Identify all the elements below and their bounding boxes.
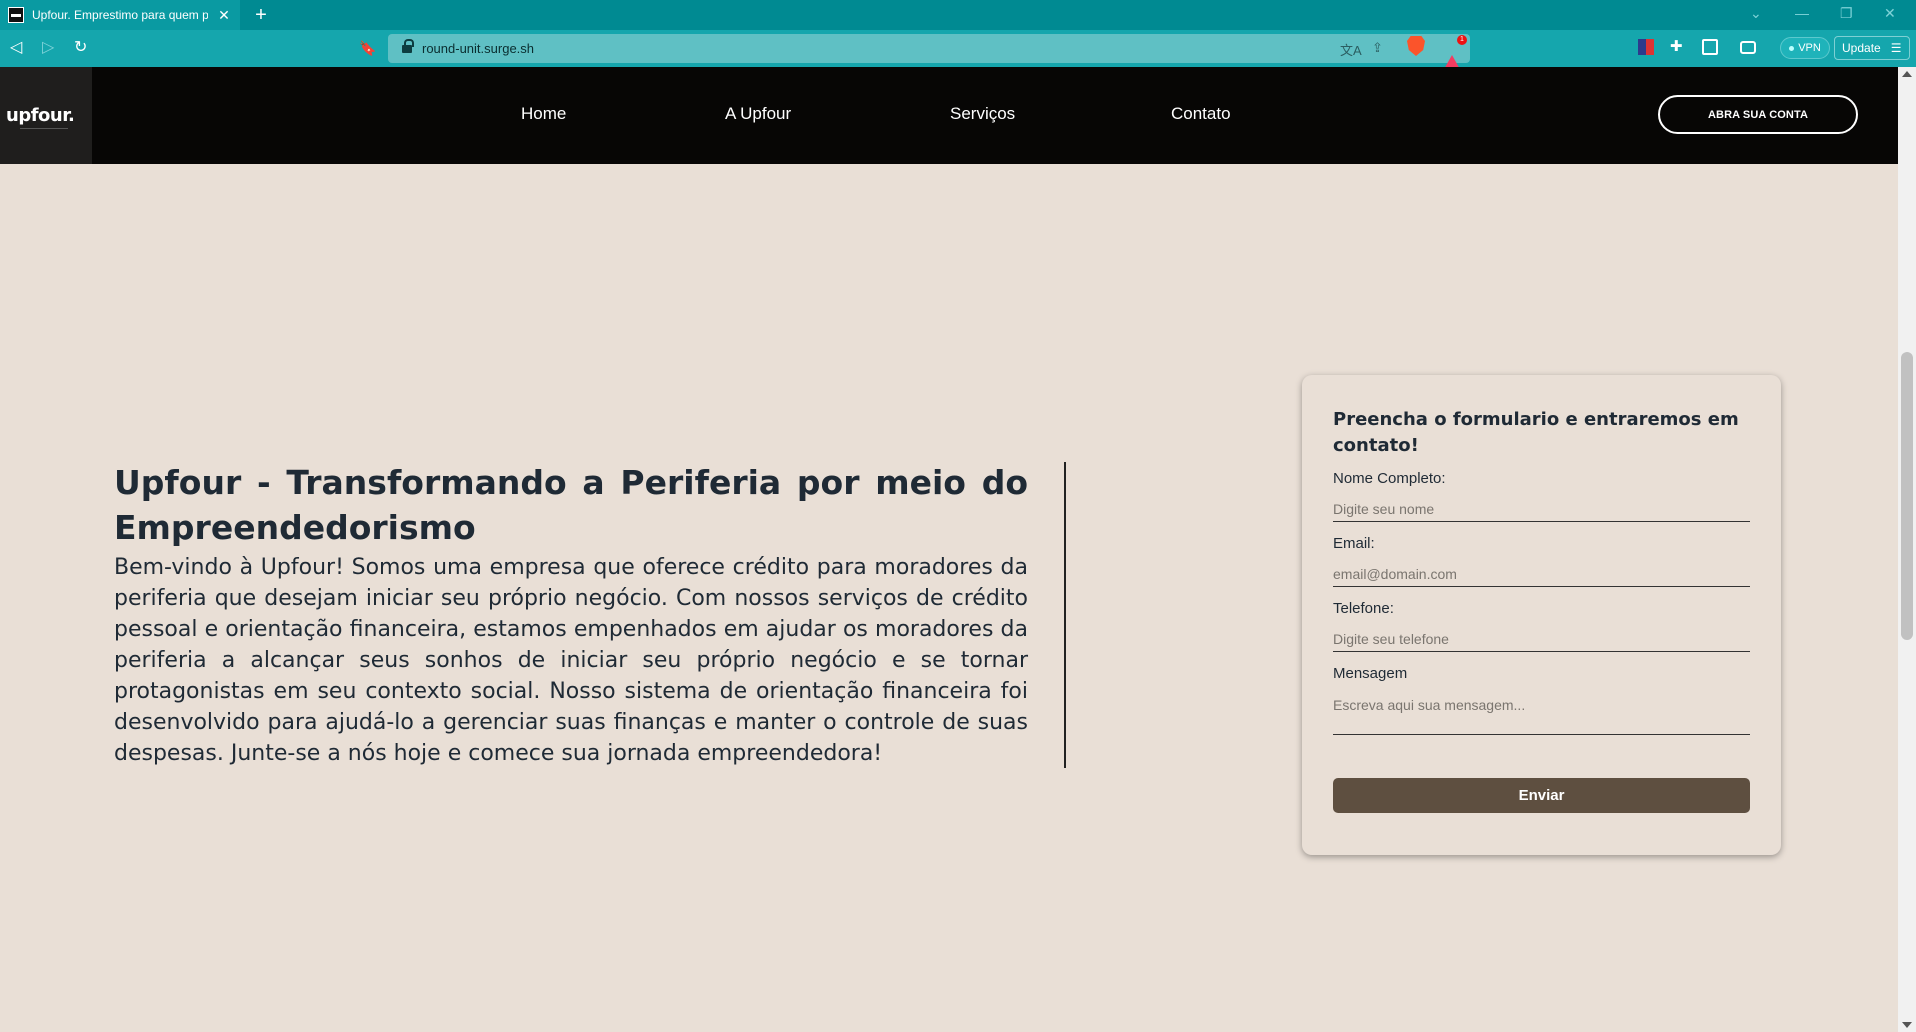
logo-text: upfour.: [3, 105, 75, 126]
nav-home[interactable]: Home: [521, 104, 566, 124]
name-input[interactable]: [1333, 496, 1750, 522]
vpn-label: VPN: [1798, 42, 1821, 54]
page-scrollbar[interactable]: [1898, 67, 1916, 1032]
site-favicon-icon: [8, 7, 24, 23]
reload-icon[interactable]: ↻: [74, 39, 87, 57]
translate-icon[interactable]: 文A: [1340, 40, 1362, 59]
scroll-up-icon[interactable]: [1902, 71, 1912, 77]
vpn-button[interactable]: VPN: [1780, 37, 1830, 59]
nav-about[interactable]: A Upfour: [725, 104, 791, 124]
vertical-divider: [1064, 462, 1066, 768]
site-header: upfour. Home A Upfour Serviços Contato A…: [0, 67, 1898, 164]
logo-underline: [20, 128, 68, 129]
rewards-badge: 1: [1457, 35, 1467, 45]
open-account-button[interactable]: ABRA SUA CONTA: [1658, 95, 1858, 134]
extension-grid-icon[interactable]: [1638, 39, 1654, 55]
close-tab-icon[interactable]: ✕: [216, 7, 232, 24]
phone-label: Telefone:: [1333, 600, 1394, 617]
browser-tab-bar: Upfour. Emprestimo para quem p ✕ + ⌄ — ❐…: [0, 0, 1916, 30]
restore-icon[interactable]: ❐: [1840, 5, 1853, 22]
url-text: round-unit.surge.sh: [422, 41, 535, 56]
hero-title: Upfour - Transformando a Periferia por m…: [114, 463, 1028, 547]
new-tab-icon[interactable]: +: [250, 4, 272, 26]
phone-input[interactable]: [1333, 626, 1750, 652]
email-label: Email:: [1333, 535, 1375, 552]
form-title: Preencha o formulario e entraremos em co…: [1333, 409, 1739, 456]
contact-form: Preencha o formulario e entraremos em co…: [1302, 375, 1781, 855]
scroll-down-icon[interactable]: [1902, 1022, 1912, 1028]
browser-tab[interactable]: Upfour. Emprestimo para quem p ✕: [0, 0, 240, 30]
email-input[interactable]: [1333, 561, 1750, 587]
forward-icon[interactable]: ▷: [42, 39, 54, 57]
lock-icon: [402, 39, 414, 54]
message-label: Mensagem: [1333, 665, 1408, 682]
brave-rewards-icon[interactable]: 1: [1443, 35, 1467, 71]
scroll-thumb[interactable]: [1901, 352, 1913, 640]
address-bar[interactable]: round-unit.surge.sh 文A ⇪: [388, 34, 1470, 63]
update-label: Update: [1842, 41, 1881, 55]
tab-search-icon[interactable]: ⌄: [1750, 5, 1762, 22]
extensions-puzzle-icon[interactable]: ✚: [1670, 39, 1686, 55]
vpn-status-icon: [1789, 45, 1795, 51]
nav-contact[interactable]: Contato: [1171, 104, 1231, 124]
hero-description: Bem-vindo à Upfour! Somos uma empresa qu…: [114, 555, 1028, 766]
minimize-icon[interactable]: —: [1795, 5, 1809, 21]
name-label: Nome Completo:: [1333, 470, 1446, 487]
close-window-icon[interactable]: ✕: [1884, 5, 1896, 22]
wallet-icon[interactable]: [1740, 41, 1756, 54]
nav-services[interactable]: Serviços: [950, 104, 1015, 124]
send-button[interactable]: Enviar: [1333, 778, 1750, 813]
menu-icon[interactable]: ☰: [1891, 41, 1902, 55]
message-textarea[interactable]: [1333, 691, 1750, 735]
sidebar-toggle-icon[interactable]: [1702, 39, 1718, 55]
bookmark-icon[interactable]: 🔖: [359, 39, 376, 57]
browser-toolbar: ◁ ▷ ↻ 🔖 round-unit.surge.sh 文A ⇪: [0, 30, 1916, 67]
tab-title: Upfour. Emprestimo para quem p: [32, 8, 208, 22]
share-icon[interactable]: ⇪: [1372, 40, 1383, 56]
back-icon[interactable]: ◁: [10, 39, 22, 57]
logo[interactable]: upfour.: [0, 67, 92, 164]
update-button[interactable]: Update ☰: [1834, 36, 1910, 60]
